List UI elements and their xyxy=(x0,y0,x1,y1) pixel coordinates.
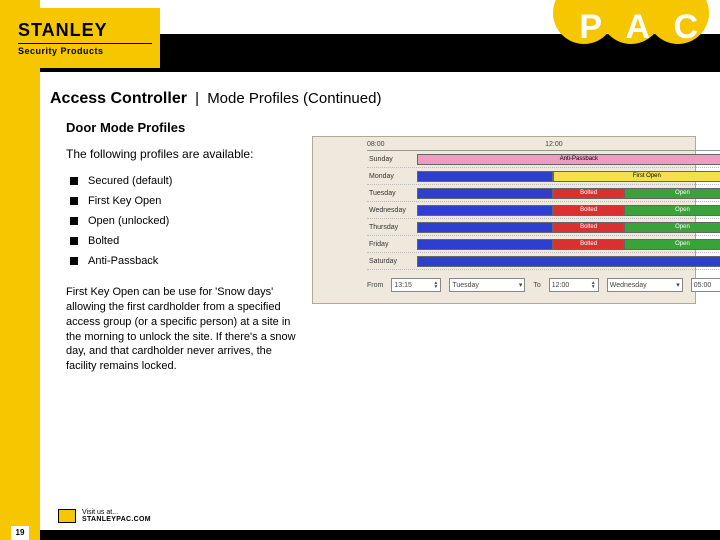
schedule-bar[interactable]: First Open xyxy=(553,171,720,182)
title-rest: Mode Profiles (Continued) xyxy=(207,90,381,107)
schedule-bar[interactable]: Bolted xyxy=(553,239,624,250)
visit-logo-icon xyxy=(58,509,76,523)
schedule-bar-track[interactable]: BoltedOpen xyxy=(417,222,720,233)
from-day-select[interactable]: Tuesday▾ xyxy=(449,278,525,292)
schedule-bar-track[interactable]: BoltedOpen xyxy=(417,239,720,250)
stanley-logo-block: STANLEY Security Products xyxy=(10,8,160,68)
spinner-icon[interactable]: ▲▼ xyxy=(433,281,438,289)
schedule-bar[interactable] xyxy=(417,256,720,267)
from-label: From xyxy=(367,282,383,289)
bullet-icon xyxy=(70,177,78,185)
section-subhead: Door Mode Profiles xyxy=(66,120,720,135)
schedule-day-label: Tuesday xyxy=(367,190,417,197)
stanley-logo-text: STANLEY xyxy=(18,20,152,41)
to-label: To xyxy=(533,282,540,289)
schedule-bar[interactable] xyxy=(417,188,553,199)
schedule-row: SundayAnti-Passback xyxy=(367,151,720,168)
schedule-bar-track[interactable]: Anti-Passback xyxy=(417,154,720,165)
title-separator: | xyxy=(191,90,203,107)
header: STANLEY Security Products P A C xyxy=(40,0,720,72)
schedule-bar[interactable]: Open xyxy=(624,239,720,250)
schedule-bar[interactable]: Open xyxy=(624,205,720,216)
to-time-input[interactable]: 12:00▲▼ xyxy=(549,278,599,292)
schedule-row: WednesdayBoltedOpen xyxy=(367,202,720,219)
profile-label: First Key Open xyxy=(88,195,161,207)
schedule-day-label: Wednesday xyxy=(367,207,417,214)
schedule-day-label: Saturday xyxy=(367,258,417,265)
page-number: 19 xyxy=(11,526,29,540)
schedule-bar[interactable] xyxy=(417,171,553,182)
visit-line1: Visit us at... xyxy=(82,509,151,517)
schedule-panel: 08:00 12:00 16:00 SundayAnti-PassbackMon… xyxy=(312,136,696,304)
schedule-bar[interactable]: Anti-Passback xyxy=(417,154,720,165)
schedule-row: FridayBoltedOpen xyxy=(367,236,720,253)
bullet-icon xyxy=(70,237,78,245)
schedule-day-label: Monday xyxy=(367,173,417,180)
schedule-bar-track[interactable]: First Open xyxy=(417,171,720,182)
spinner-icon[interactable]: ▲▼ xyxy=(591,281,596,289)
schedule-bar[interactable]: Bolted xyxy=(553,222,624,233)
profile-label: Bolted xyxy=(88,235,119,247)
schedule-bar-track[interactable] xyxy=(417,256,720,267)
bullet-icon xyxy=(70,197,78,205)
page-title: Access Controller | Mode Profiles (Conti… xyxy=(50,90,381,108)
bullet-icon xyxy=(70,217,78,225)
pac-letter-c: C xyxy=(673,8,698,47)
chevron-down-icon: ▾ xyxy=(519,281,523,289)
schedule-row: Saturday xyxy=(367,253,720,270)
profile-label: Open (unlocked) xyxy=(88,215,169,227)
schedule-bar-track[interactable]: BoltedOpen xyxy=(417,205,720,216)
chevron-down-icon: ▾ xyxy=(676,281,680,289)
visit-url: STANLEYPAC.COM xyxy=(82,516,151,524)
footer-black-band xyxy=(40,530,720,540)
schedule-bar[interactable]: Open xyxy=(624,188,720,199)
schedule-bar[interactable]: Bolted xyxy=(553,205,624,216)
schedule-bar[interactable] xyxy=(417,222,553,233)
title-bold: Access Controller xyxy=(50,90,187,107)
schedule-row: Monday First Open xyxy=(367,168,720,185)
visit-block: Visit us at... STANLEYPAC.COM xyxy=(58,509,151,524)
left-accent-band: 19 xyxy=(0,0,40,540)
pac-letter-a: A xyxy=(625,8,650,47)
schedule-bar[interactable] xyxy=(417,239,553,250)
schedule-bar[interactable]: Open xyxy=(624,222,720,233)
bullet-icon xyxy=(70,257,78,265)
pac-letter-p: P xyxy=(579,8,602,47)
time-mark: 12:00 xyxy=(545,141,563,148)
schedule-bar[interactable] xyxy=(417,205,553,216)
schedule-time-axis: 08:00 12:00 16:00 xyxy=(367,141,720,151)
body-paragraph: First Key Open can be use for 'Snow days… xyxy=(66,285,301,374)
schedule-day-label: Thursday xyxy=(367,224,417,231)
stanley-logo-subtext: Security Products xyxy=(18,43,152,56)
duration-time-input[interactable]: 05:00▲▼ xyxy=(691,278,720,292)
profile-label: Anti-Passback xyxy=(88,255,158,267)
schedule-row: TuesdayBoltedOpen xyxy=(367,185,720,202)
schedule-footer: From 13:15▲▼ Tuesday▾ To 12:00▲▼ Wednesd… xyxy=(367,278,720,292)
schedule-day-label: Friday xyxy=(367,241,417,248)
schedule-bar-track[interactable]: BoltedOpen xyxy=(417,188,720,199)
from-time-input[interactable]: 13:15▲▼ xyxy=(391,278,441,292)
schedule-bar[interactable]: Bolted xyxy=(553,188,624,199)
to-day-select[interactable]: Wednesday▾ xyxy=(607,278,683,292)
pac-badge: P A C xyxy=(540,0,720,60)
time-mark: 08:00 xyxy=(367,141,385,148)
schedule-day-label: Sunday xyxy=(367,156,417,163)
footer: Visit us at... STANLEYPAC.COM xyxy=(40,508,720,540)
schedule-row: ThursdayBoltedOpen xyxy=(367,219,720,236)
profile-label: Secured (default) xyxy=(88,175,172,187)
